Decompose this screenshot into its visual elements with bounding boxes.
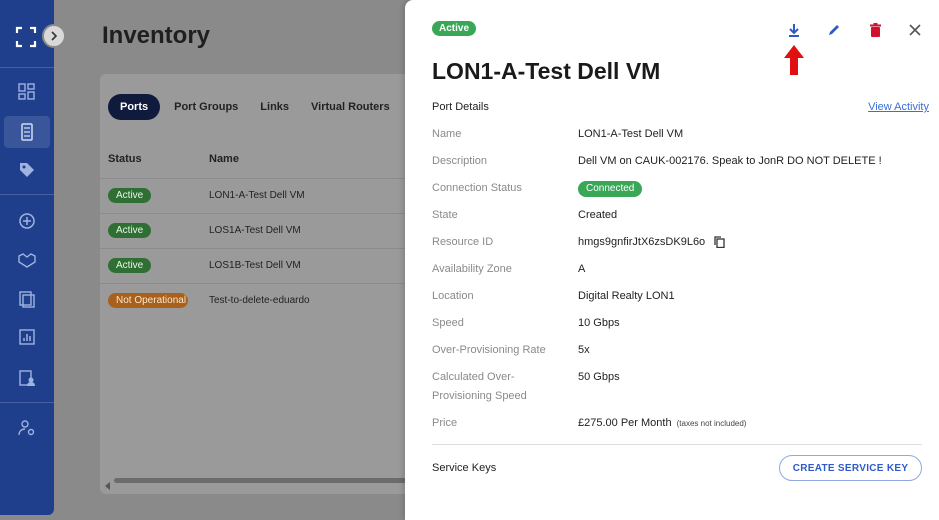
dashboard-icon[interactable] (17, 82, 37, 102)
section-label: Port Details (432, 101, 489, 113)
field-label-resource-id: Resource ID (432, 236, 494, 248)
column-header-name[interactable]: Name (209, 153, 239, 165)
download-button[interactable] (783, 19, 805, 41)
copy-icon[interactable] (714, 236, 725, 249)
inventory-tabs: Ports Port Groups Links Virtual Routers (108, 94, 404, 120)
sidebar (0, 0, 66, 515)
expand-sidebar-button[interactable] (42, 24, 66, 48)
scrollbar-thumb[interactable] (114, 478, 406, 483)
field-label-availability-zone: Availability Zone (432, 263, 512, 275)
tag-icon[interactable] (17, 160, 37, 180)
field-label-name: Name (432, 128, 462, 140)
tax-note: (taxes not included) (676, 419, 747, 428)
status-badge: Not Operational (108, 293, 188, 308)
field-value-name: LON1-A-Test Dell VM (578, 128, 684, 140)
connection-status-badge: Connected (578, 181, 643, 197)
user-directory-icon[interactable] (17, 368, 37, 388)
inventory-icon[interactable] (17, 122, 37, 142)
field-label-location: Location (432, 290, 474, 302)
field-label-speed: Speed (432, 317, 464, 329)
field-value-speed: 10 Gbps (578, 317, 620, 329)
delete-button[interactable] (864, 19, 886, 41)
delete-icon (869, 23, 881, 37)
close-button[interactable] (904, 19, 926, 41)
handshake-icon[interactable] (17, 250, 37, 270)
tab-links[interactable]: Links (252, 94, 297, 120)
sidebar-divider (0, 67, 54, 68)
table-row[interactable]: Active LON1-A-Test Dell VM (100, 178, 405, 213)
status-badge: Active (108, 258, 152, 273)
resource-id-text: hmgs9gnfirJtX6zsDK9L6o (578, 236, 706, 248)
create-service-key-button[interactable]: CREATE SERVICE KEY (779, 455, 922, 481)
app-logo-icon[interactable] (15, 26, 37, 48)
horizontal-scrollbar[interactable] (104, 477, 406, 490)
chevron-right-icon (51, 31, 58, 41)
view-activity-link[interactable]: View Activity (868, 101, 929, 113)
column-header-status[interactable]: Status (108, 153, 142, 165)
field-value-resource-id: hmgs9gnfirJtX6zsDK9L6o (578, 233, 725, 252)
price-text: £275.00 Per Month (578, 417, 672, 429)
reports-icon[interactable] (17, 327, 37, 347)
field-value-over-provisioning-rate: 5x (578, 344, 590, 356)
field-label-calculated-speed: Calculated Over-Provisioning Speed (432, 371, 527, 402)
tab-ports[interactable]: Ports (108, 94, 161, 120)
sidebar-divider (0, 402, 54, 403)
field-value-description: Dell VM on CAUK-002176. Speak to JonR DO… (578, 155, 882, 167)
tab-virtual-routers[interactable]: Virtual Routers (303, 94, 398, 120)
drawer-title: LON1-A-Test Dell VM (432, 58, 661, 84)
divider (432, 444, 922, 445)
field-value-calculated-speed: 50 Gbps (578, 371, 620, 383)
row-name: LOS1A-Test Dell VM (209, 225, 301, 236)
documents-icon[interactable] (17, 289, 37, 309)
tab-port-groups[interactable]: Port Groups (166, 94, 246, 120)
field-value-location: Digital Realty LON1 (578, 290, 675, 302)
scroll-left-icon[interactable] (104, 482, 112, 490)
status-badge: Active (108, 223, 152, 238)
table-row[interactable]: Active LOS1A-Test Dell VM (100, 213, 405, 248)
page-title: Inventory (102, 22, 211, 49)
port-details-drawer: Active LON1-A-Test Dell VM Port Details … (405, 0, 939, 520)
field-value-connection-status: Connected (578, 179, 643, 198)
field-label-connection-status: Connection Status (432, 182, 522, 194)
table-row[interactable]: Not Operational Test-to-delete-eduardo (100, 283, 405, 318)
edit-icon (829, 25, 839, 35)
table-row[interactable]: Active LOS1B-Test Dell VM (100, 248, 405, 283)
field-value-availability-zone: A (578, 263, 586, 275)
sidebar-divider (0, 194, 54, 195)
red-arrow-up-icon (784, 45, 804, 75)
status-badge: Active (432, 21, 477, 36)
service-keys-label: Service Keys (432, 462, 497, 474)
user-settings-icon[interactable] (17, 418, 37, 438)
row-name: Test-to-delete-eduardo (209, 295, 310, 306)
close-icon (909, 24, 921, 36)
field-value-state: Created (578, 209, 618, 221)
row-name: LOS1B-Test Dell VM (209, 260, 301, 271)
field-label-description: Description (432, 155, 488, 167)
edit-button[interactable] (823, 19, 845, 41)
download-icon (789, 24, 799, 37)
field-label-state: State (432, 209, 458, 221)
field-value-price: £275.00 Per Month (taxes not included) (578, 414, 746, 433)
field-label-over-provisioning-rate: Over-Provisioning Rate (432, 344, 546, 356)
status-badge: Active (108, 188, 152, 203)
row-name: LON1-A-Test Dell VM (209, 190, 305, 201)
field-label-price: Price (432, 417, 458, 429)
add-circle-icon[interactable] (17, 211, 37, 231)
